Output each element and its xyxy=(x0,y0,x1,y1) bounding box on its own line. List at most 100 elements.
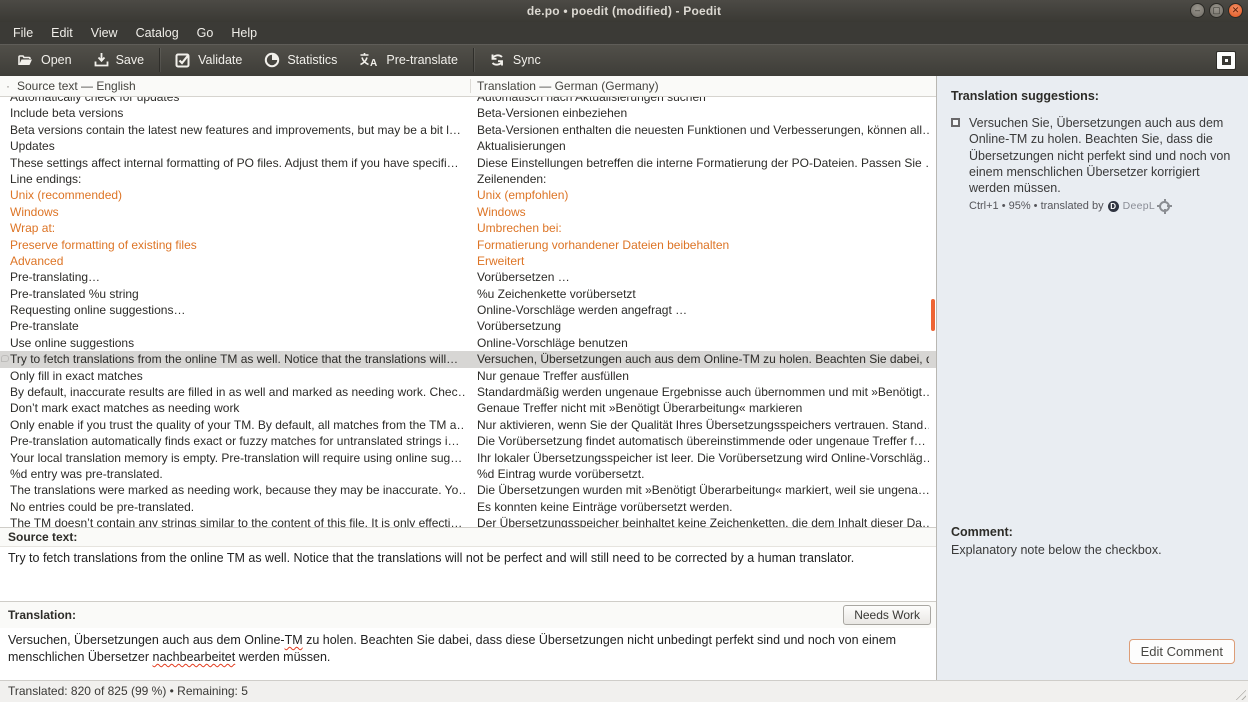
source-cell: By default, inaccurate results are fille… xyxy=(10,384,465,400)
source-cell: Requesting online suggestions… xyxy=(10,302,465,318)
table-row[interactable]: Pre-translation automatically finds exac… xyxy=(0,433,936,449)
source-cell: Pre-translating… xyxy=(10,269,465,285)
table-row[interactable]: WindowsWindows xyxy=(0,204,936,220)
suggestion-meta: Ctrl+1 • 95% • translated by D DeepL xyxy=(969,200,1234,212)
source-cell: Pre-translated %u string xyxy=(10,286,465,302)
table-row[interactable]: Your local translation memory is empty. … xyxy=(0,450,936,466)
translation-grid: Automatically check for updatesAutomatis… xyxy=(0,97,936,527)
translation-input[interactable]: Versuchen, Übersetzungen auch aus dem On… xyxy=(0,628,936,680)
edit-comment-button[interactable]: Edit Comment xyxy=(1129,639,1235,664)
toolbar-separator xyxy=(473,48,474,72)
table-row[interactable]: AdvancedErweitert xyxy=(0,253,936,269)
table-row[interactable]: By default, inaccurate results are fille… xyxy=(0,384,936,400)
source-cell: Wrap at: xyxy=(10,220,465,236)
sync-button[interactable]: Sync xyxy=(478,44,552,76)
translation-cell: Beta-Versionen enthalten die neuesten Fu… xyxy=(477,122,929,138)
translation-cell: Beta-Versionen einbeziehen xyxy=(477,105,929,121)
minimize-icon[interactable]: – xyxy=(1190,3,1205,18)
column-header-source[interactable]: Source text — English xyxy=(17,76,136,97)
source-cell: Pre-translation automatically finds exac… xyxy=(10,433,465,449)
source-cell: Beta versions contain the latest new fea… xyxy=(10,122,465,138)
titlebar[interactable]: de.po • poedit (modified) - Poedit – ▢ ✕ xyxy=(0,0,1248,22)
table-row[interactable]: %d entry was pre-translated.%d Eintrag w… xyxy=(0,466,936,482)
close-icon[interactable]: ✕ xyxy=(1228,3,1243,18)
save-button[interactable]: Save xyxy=(83,44,156,76)
sidebar-toggle-icon[interactable] xyxy=(1216,51,1236,70)
table-row[interactable]: Line endings:Zeilenenden: xyxy=(0,171,936,187)
translation-cell: Nur genaue Treffer ausfüllen xyxy=(477,368,929,384)
table-row[interactable]: Beta versions contain the latest new fea… xyxy=(0,122,936,138)
table-row[interactable]: Pre-translating…Vorübersetzen … xyxy=(0,269,936,285)
translation-cell: Formatierung vorhandener Dateien beibeha… xyxy=(477,237,929,253)
table-row[interactable]: Only fill in exact matchesNur genaue Tre… xyxy=(0,368,936,384)
sync-icon xyxy=(489,52,506,68)
toolbar: Open Save Validate Statistics A Pre-tran… xyxy=(0,44,1248,76)
needs-work-button[interactable]: Needs Work xyxy=(843,605,931,625)
resize-grip-icon[interactable] xyxy=(1233,687,1246,700)
table-row[interactable]: Requesting online suggestions…Online-Vor… xyxy=(0,302,936,318)
maximize-icon[interactable]: ▢ xyxy=(1209,3,1224,18)
translation-cell: Erweitert xyxy=(477,253,929,269)
table-row[interactable]: Automatically check for updatesAutomatis… xyxy=(0,97,936,105)
table-row[interactable]: Only enable if you trust the quality of … xyxy=(0,417,936,433)
translation-cell: Aktualisierungen xyxy=(477,138,929,154)
toolbar-separator xyxy=(159,48,160,72)
menu-view[interactable]: View xyxy=(82,22,127,44)
table-row[interactable]: Pre-translated %u string %u Zeichenkette … xyxy=(0,286,936,302)
sort-indicator[interactable]: · xyxy=(6,76,10,97)
table-row[interactable]: Unix (recommended) Unix (empfohlen) xyxy=(0,187,936,203)
menu-file[interactable]: File xyxy=(4,22,42,44)
source-cell: Unix (recommended) xyxy=(10,187,465,203)
open-icon xyxy=(17,52,34,68)
open-button[interactable]: Open xyxy=(6,44,83,76)
table-row[interactable]: No entries could be pre-translated. Es ko… xyxy=(0,499,936,515)
table-row[interactable]: Try to fetch translations from the onlin… xyxy=(0,351,936,367)
table-row[interactable]: Pre-translate Vorübersetzung xyxy=(0,318,936,334)
grid-scrollbar[interactable] xyxy=(931,299,935,331)
table-row[interactable]: The translations were marked as needing … xyxy=(0,482,936,498)
source-cell: The TM doesn’t contain any strings simil… xyxy=(10,515,465,527)
translation-cell: Unix (empfohlen) xyxy=(477,187,929,203)
translation-cell: Es konnten keine Einträge vorübersetzt w… xyxy=(477,499,929,515)
comment-section: Comment: Explanatory note below the chec… xyxy=(951,525,1234,557)
menu-catalog[interactable]: Catalog xyxy=(127,22,188,44)
menubar: File Edit View Catalog Go Help xyxy=(0,22,1248,44)
pretranslate-button[interactable]: A Pre-translate xyxy=(348,44,469,76)
table-row[interactable]: These settings affect internal formattin… xyxy=(0,155,936,171)
menu-edit[interactable]: Edit xyxy=(42,22,82,44)
column-divider[interactable] xyxy=(470,79,471,93)
gear-icon[interactable] xyxy=(1159,201,1170,212)
source-cell: Preserve formatting of existing files xyxy=(10,237,465,253)
table-row[interactable]: Don’t mark exact matches as needing work… xyxy=(0,400,936,416)
source-cell: Include beta versions xyxy=(10,105,465,121)
translation-cell: Nur aktivieren, wenn Sie der Qualität Ih… xyxy=(477,417,929,433)
table-row[interactable]: UpdatesAktualisierungen xyxy=(0,138,936,154)
window-title: de.po • poedit (modified) - Poedit xyxy=(527,4,721,18)
column-header-translation[interactable]: Translation — German (Germany) xyxy=(477,76,659,97)
translation-cell: %u Zeichenkette vorübersetzt xyxy=(477,286,929,302)
translation-label: Translation: xyxy=(8,608,76,622)
source-cell: Only enable if you trust the quality of … xyxy=(10,417,465,433)
menu-help[interactable]: Help xyxy=(222,22,266,44)
validate-icon xyxy=(175,52,191,68)
translation-cell: Der Übersetzungsspeicher beinhaltet kein… xyxy=(477,515,929,527)
source-cell: These settings affect internal formattin… xyxy=(10,155,465,171)
table-row[interactable]: Include beta versions Beta-Versionen einb… xyxy=(0,105,936,121)
menu-go[interactable]: Go xyxy=(188,22,223,44)
statistics-button[interactable]: Statistics xyxy=(253,44,348,76)
translation-text-segment: werden müssen. xyxy=(235,650,330,664)
source-cell: Pre-translate xyxy=(10,318,465,334)
translation-cell: Vorübersetzung xyxy=(477,318,929,334)
source-cell: The translations were marked as needing … xyxy=(10,482,465,498)
table-row[interactable]: Use online suggestionsOnline-Vorschläge … xyxy=(0,335,936,351)
validate-button[interactable]: Validate xyxy=(164,44,253,76)
comment-label: Comment: xyxy=(951,525,1234,539)
source-cell: Use online suggestions xyxy=(10,335,465,351)
table-row[interactable]: Wrap at:Umbrechen bei: xyxy=(0,220,936,236)
table-row[interactable]: The TM doesn’t contain any strings simil… xyxy=(0,515,936,527)
editor-pane: · Source text — English Translation — Ge… xyxy=(0,76,937,680)
source-cell: No entries could be pre-translated. xyxy=(10,499,465,515)
table-row[interactable]: Preserve formatting of existing files For… xyxy=(0,237,936,253)
suggestion-item[interactable]: Versuchen Sie, Übersetzungen auch aus de… xyxy=(951,115,1234,212)
translation-cell: Zeilenenden: xyxy=(477,171,929,187)
